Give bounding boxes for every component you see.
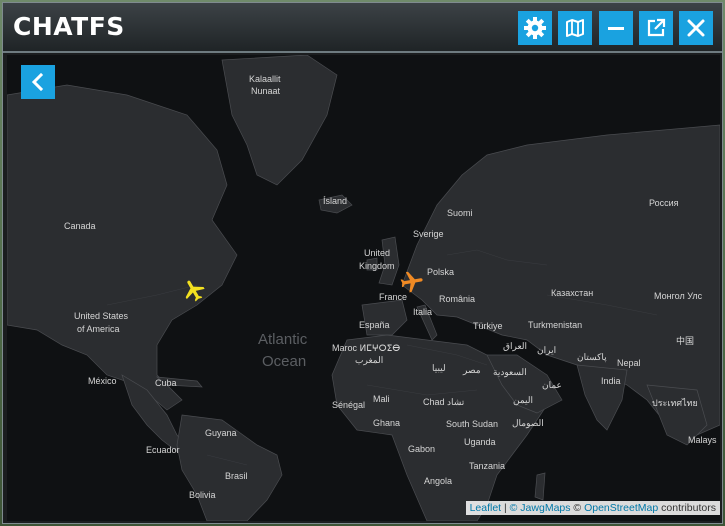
world-map[interactable]: Kalaallit Nunaat Ísland Canada Suomi Рос…	[7, 55, 720, 521]
map-button[interactable]	[558, 11, 592, 45]
openstreetmap-link[interactable]: OpenStreetMap	[584, 502, 658, 514]
map-label-chad: Chad تشاد	[423, 397, 465, 407]
ocean-label-line1: Atlantic	[258, 331, 308, 348]
close-icon	[687, 19, 705, 37]
map-label-maghrib: المغرب	[355, 355, 384, 365]
map-label-thailand: ประเทศไทย	[652, 398, 698, 408]
map-label-yemen: اليمن	[513, 395, 534, 405]
title-bar[interactable]: CHATFS	[3, 3, 722, 53]
map-label-libya: ليبيا	[432, 363, 446, 373]
external-link-icon	[647, 18, 666, 37]
map-label-zhongguo: 中国	[676, 336, 695, 346]
map-label-mexico: México	[88, 376, 117, 386]
map-label-guyana: Guyana	[205, 428, 237, 438]
map-label-nepal: Nepal	[617, 358, 641, 368]
map-label-south-sudan: South Sudan	[446, 419, 499, 429]
app-title: CHATFS	[13, 12, 125, 41]
map-label-kalaallit: Kalaallit	[249, 74, 281, 84]
chevron-left-icon	[31, 73, 44, 91]
map-label-espana: España	[359, 320, 390, 330]
map-label-ghana: Ghana	[373, 418, 401, 428]
map-label-nunaat: Nunaat	[251, 86, 281, 96]
map-label-rossiya: Россия	[649, 198, 679, 208]
attribution-sep1: |	[501, 502, 510, 514]
attribution-tail: contributors	[658, 502, 716, 514]
jawgmaps-link[interactable]: © JawgMaps	[510, 502, 571, 514]
map-label-oman: عمان	[542, 380, 562, 390]
leaflet-link[interactable]: Leaflet	[470, 502, 502, 514]
map-label-uk-line1: United	[364, 248, 391, 258]
map-label-maroc: Maroc ⵍⵎⵖⵔⵉⴱ	[332, 343, 401, 353]
map-label-turkiye: Türkiye	[473, 321, 503, 331]
map-label-gabon: Gabon	[408, 444, 436, 454]
map-label-uk-line2: Kingdom	[359, 261, 395, 271]
map-label-turkmenistan: Turkmenistan	[528, 320, 583, 330]
gear-icon	[524, 17, 546, 39]
map-label-us-line2: of America	[77, 324, 120, 334]
map-label-india: India	[601, 376, 621, 386]
map-label-canada: Canada	[64, 221, 96, 231]
map-attribution: Leaflet | © JawgMaps © OpenStreetMap con…	[465, 501, 720, 515]
map-label-misr: مصر	[463, 365, 481, 375]
map-label-mali: Mali	[373, 394, 390, 404]
settings-button[interactable]	[518, 11, 552, 45]
map-label-mongol: Монгол Улс	[654, 291, 703, 301]
map-label-pakistan: پاکستان	[577, 352, 607, 362]
map-label-iran: ایران	[537, 345, 557, 355]
map-label-sverige: Sverige	[413, 229, 444, 239]
airplane-icon[interactable]	[181, 277, 207, 303]
map-label-kazakhstan: Казахстан	[551, 288, 594, 298]
close-button[interactable]	[679, 11, 713, 45]
popout-button[interactable]	[639, 11, 673, 45]
map-label-iraq: العراق	[503, 341, 528, 351]
map-label-cuba: Cuba	[155, 378, 177, 388]
map-label-saudi: السعودية	[493, 367, 527, 377]
airplane-icon[interactable]	[399, 269, 425, 295]
ocean-label-line2: Ocean	[262, 353, 307, 370]
map-label-uganda: Uganda	[464, 437, 496, 447]
map-label-bolivia: Bolivia	[189, 490, 216, 500]
map-label-romania: România	[439, 294, 476, 304]
map-label-brasil: Brasil	[225, 471, 248, 481]
minimize-button[interactable]	[599, 11, 633, 45]
map-label-us-line1: United States	[74, 311, 129, 321]
minus-icon	[608, 27, 624, 30]
map-icon	[566, 19, 584, 37]
map-label-senegal: Sénégal	[332, 400, 366, 410]
map-label-malaysia: Malays	[688, 435, 717, 445]
app-window: CHATFS Kalaallit Nunaat Ísland Canada Su…	[2, 2, 723, 524]
map-label-tanzania: Tanzania	[469, 461, 506, 471]
map-label-suomi: Suomi	[447, 208, 473, 218]
back-button[interactable]	[21, 65, 55, 99]
map-label-ecuador: Ecuador	[146, 445, 180, 455]
map-label-somalia: الصومال	[512, 418, 544, 428]
map-label-angola: Angola	[424, 476, 453, 486]
map-label-italia: Italia	[413, 307, 433, 317]
attribution-sep2: ©	[570, 502, 585, 514]
map-label-polska: Polska	[427, 267, 455, 277]
map-landmass	[7, 55, 720, 521]
map-label-island: Ísland	[323, 196, 348, 206]
